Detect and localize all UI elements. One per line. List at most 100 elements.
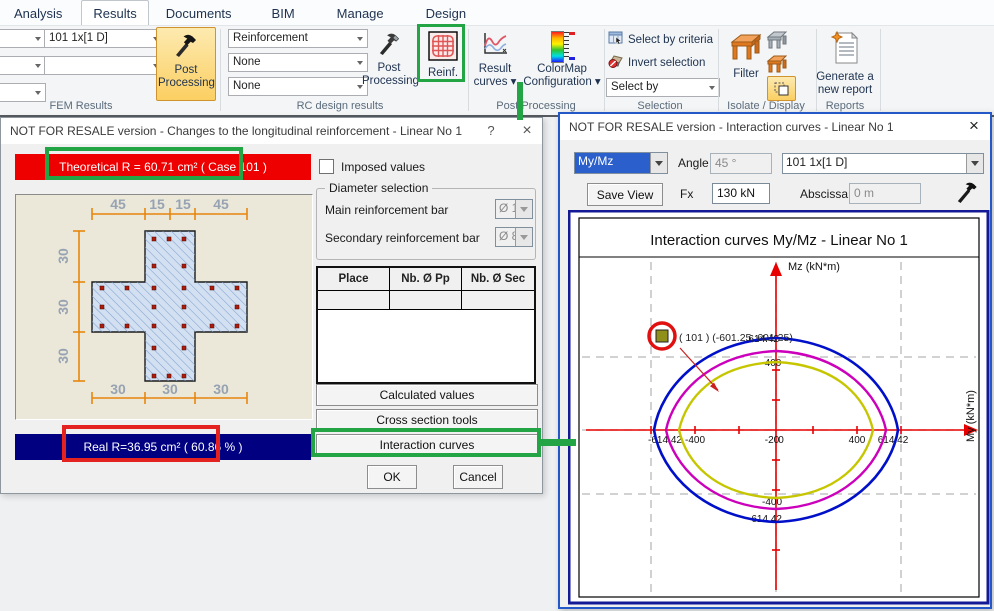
abscissa-field[interactable]: 0 m bbox=[849, 183, 921, 204]
svg-text:30: 30 bbox=[55, 348, 71, 364]
tab-design[interactable]: Design bbox=[415, 1, 477, 25]
colormap-configuration-label: ColorMap Configuration ▾ bbox=[522, 63, 602, 89]
filter-label: Filter bbox=[733, 68, 759, 81]
fem-post-processing-label: Post Processing bbox=[158, 64, 214, 90]
mode-combo[interactable]: My/Mz bbox=[574, 152, 668, 174]
new-report-icon bbox=[830, 31, 860, 69]
svg-text:15: 15 bbox=[175, 196, 191, 212]
invert-selection-label: Invert selection bbox=[628, 57, 705, 69]
svg-text:15: 15 bbox=[149, 196, 165, 212]
rc-combo-3[interactable]: None bbox=[228, 77, 368, 96]
abscissa-label: Abscissa bbox=[800, 187, 848, 201]
chevron-down-icon bbox=[35, 91, 41, 95]
save-view-button[interactable]: Save View bbox=[587, 183, 663, 206]
close-button[interactable]: × bbox=[964, 117, 984, 135]
tab-manage[interactable]: Manage bbox=[326, 1, 395, 25]
fem-combo-empty[interactable] bbox=[44, 56, 164, 75]
result-curves-button[interactable]: Result curves ▾ bbox=[470, 27, 520, 99]
fem-case-combo[interactable]: 101 1x[1 D] bbox=[44, 29, 164, 48]
group-separator bbox=[880, 29, 881, 111]
svg-text:-614.42: -614.42 bbox=[648, 435, 682, 446]
display-options-button[interactable] bbox=[767, 76, 796, 101]
ribbon: Analysis Results Documents BIM Manage De… bbox=[0, 0, 994, 117]
interaction-curves-dialog: NOT FOR RESALE version - Interaction cur… bbox=[558, 112, 992, 609]
ribbon-tab-row: Analysis Results Documents BIM Manage De… bbox=[0, 0, 994, 25]
case-combo[interactable]: 101 1x[1 D] bbox=[782, 153, 984, 174]
select-by-criteria-button[interactable]: Select by criteria bbox=[608, 31, 713, 48]
filter-button[interactable]: Filter bbox=[726, 28, 766, 86]
close-button[interactable]: × bbox=[517, 122, 537, 140]
rc-combo-2[interactable]: None bbox=[228, 53, 368, 72]
interaction-curves-button[interactable]: Interaction curves bbox=[316, 434, 538, 456]
filter-structure-icon bbox=[729, 32, 763, 66]
select-by-criteria-icon bbox=[608, 31, 624, 48]
rc-combo-1[interactable]: Reinforcement bbox=[228, 29, 368, 48]
fx-field[interactable]: 130 kN bbox=[712, 183, 770, 204]
layered-squares-icon bbox=[773, 81, 791, 97]
cancel-button[interactable]: Cancel bbox=[453, 465, 503, 489]
group-separator bbox=[604, 29, 605, 111]
chevron-down-icon bbox=[515, 228, 532, 246]
secondary-bar-label: Secondary reinforcement bar bbox=[325, 231, 480, 245]
group-separator bbox=[220, 29, 221, 111]
invert-selection-button[interactable]: Invert selection bbox=[608, 54, 705, 71]
tab-bim[interactable]: BIM bbox=[261, 1, 306, 25]
table-header-nb-pp: Nb. Ø Pp bbox=[390, 268, 462, 290]
angle-field[interactable]: 45 ° bbox=[710, 153, 772, 174]
result-curves-label: Result curves ▾ bbox=[469, 63, 521, 89]
isolate-gray-structure-icon[interactable] bbox=[766, 30, 788, 55]
rc-post-processing-button[interactable]: Post Processing bbox=[362, 27, 416, 99]
ok-button[interactable]: OK bbox=[367, 465, 417, 489]
svg-text:30: 30 bbox=[55, 299, 71, 315]
chart-title: Interaction curves My/Mz - Linear No 1 bbox=[650, 232, 908, 249]
rc-group-label: RC design results bbox=[240, 100, 440, 113]
select-by-combo[interactable]: Select by bbox=[606, 78, 720, 97]
svg-text:-400: -400 bbox=[685, 435, 705, 446]
dialog-titlebar[interactable]: NOT FOR RESALE version - Interaction cur… bbox=[560, 114, 990, 140]
svg-text:30: 30 bbox=[213, 381, 229, 397]
svg-text:400: 400 bbox=[849, 435, 866, 446]
app-root: { "ribbon": { "tabs": [ {"label": "Analy… bbox=[0, 0, 994, 611]
invert-selection-icon bbox=[608, 54, 624, 71]
fx-label: Fx bbox=[680, 187, 693, 201]
fem-combo-small-1[interactable] bbox=[0, 29, 46, 48]
main-bar-combo[interactable]: Ø 12 bbox=[495, 199, 533, 219]
colormap-configuration-button[interactable]: ColorMap Configuration ▾ bbox=[522, 27, 602, 99]
reinforcement-changes-dialog: NOT FOR RESALE version - Changes to the … bbox=[0, 117, 543, 494]
main-bar-label: Main reinforcement bar bbox=[325, 203, 448, 217]
x-axis-title: My (kN*m) bbox=[965, 390, 977, 442]
dialog-titlebar[interactable]: NOT FOR RESALE version - Changes to the … bbox=[1, 118, 542, 144]
chevron-down-icon bbox=[35, 64, 41, 68]
result-curves-icon bbox=[481, 31, 509, 61]
reinforcement-section-icon bbox=[428, 31, 458, 65]
diameter-selection-legend: Diameter selection bbox=[325, 181, 432, 195]
tab-results[interactable]: Results bbox=[81, 0, 148, 25]
tab-documents[interactable]: Documents bbox=[155, 1, 243, 25]
generate-report-button[interactable]: Generate a new report bbox=[814, 27, 876, 99]
point-marker-label: ( 101 ) (-601.25, 601.25) bbox=[679, 332, 793, 344]
table-header-nb-sec: Nb. Ø Sec bbox=[462, 268, 534, 290]
chevron-down-icon bbox=[35, 37, 41, 41]
secondary-bar-combo[interactable]: Ø 8. bbox=[495, 227, 533, 247]
svg-text:30: 30 bbox=[162, 381, 178, 397]
table-row[interactable] bbox=[318, 291, 534, 310]
tab-analysis[interactable]: Analysis bbox=[3, 1, 73, 25]
cross-section-tools-button[interactable]: Cross section tools bbox=[316, 409, 538, 431]
table-header-place: Place bbox=[318, 268, 390, 290]
theoretical-r-banner: Theoretical R = 60.71 cm² ( Case 101 ) bbox=[15, 154, 311, 180]
real-r-banner: Real R=36.95 cm² ( 60.86 % ) bbox=[15, 434, 311, 460]
group-separator bbox=[718, 29, 719, 111]
dialog-title: NOT FOR RESALE version - Interaction cur… bbox=[560, 120, 894, 134]
calculated-values-button[interactable]: Calculated values bbox=[316, 384, 538, 406]
diameter-selection-groupbox: Diameter selection Main reinforcement ba… bbox=[316, 188, 536, 260]
rc-post-processing-label: Post Processing bbox=[362, 62, 416, 88]
reinf-button[interactable]: Reinf. bbox=[420, 27, 466, 99]
imposed-values-checkbox[interactable] bbox=[319, 159, 334, 174]
hammer-icon[interactable] bbox=[956, 180, 978, 209]
fem-combo-small-2[interactable] bbox=[0, 56, 46, 75]
fem-post-processing-button[interactable]: Post Processing bbox=[156, 27, 216, 101]
reinforcement-table[interactable]: Place Nb. Ø Pp Nb. Ø Sec bbox=[316, 266, 536, 384]
select-by-criteria-label: Select by criteria bbox=[628, 34, 713, 46]
help-button[interactable]: ? bbox=[481, 122, 501, 140]
chevron-down-icon bbox=[515, 200, 532, 218]
